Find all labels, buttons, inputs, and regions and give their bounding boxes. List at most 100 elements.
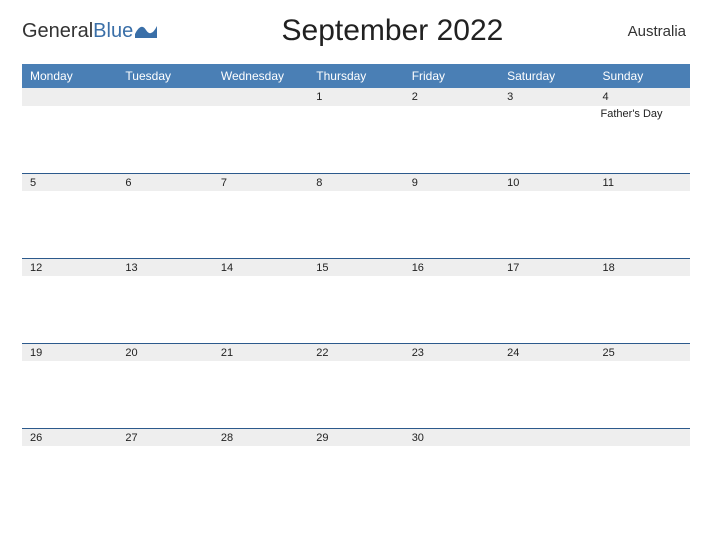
day-number: 16 bbox=[404, 259, 499, 276]
day-number: 7 bbox=[213, 174, 308, 191]
day-cell bbox=[499, 191, 594, 258]
logo-wave-icon bbox=[135, 22, 157, 43]
day-header-sun: Sunday bbox=[595, 64, 690, 88]
week-5-numbers: 26 27 28 29 30 bbox=[22, 428, 690, 446]
calendar-title: September 2022 bbox=[157, 14, 627, 48]
day-number: 27 bbox=[117, 429, 212, 446]
week-2: 5 6 7 8 9 10 11 bbox=[22, 173, 690, 258]
day-cell bbox=[213, 106, 308, 173]
day-cell bbox=[595, 361, 690, 428]
week-3-numbers: 12 13 14 15 16 17 18 bbox=[22, 258, 690, 276]
week-1-body: Father's Day bbox=[22, 106, 690, 173]
day-cell bbox=[117, 191, 212, 258]
day-number: 20 bbox=[117, 344, 212, 361]
day-cell bbox=[499, 276, 594, 343]
day-cell bbox=[404, 361, 499, 428]
day-cell bbox=[213, 446, 308, 513]
week-5-body bbox=[22, 446, 690, 513]
day-cell bbox=[595, 276, 690, 343]
day-number: 22 bbox=[308, 344, 403, 361]
day-cell bbox=[404, 191, 499, 258]
week-2-body bbox=[22, 191, 690, 258]
day-number: 23 bbox=[404, 344, 499, 361]
day-number: 3 bbox=[499, 88, 594, 106]
day-cell bbox=[22, 106, 117, 173]
day-number: 1 bbox=[308, 88, 403, 106]
week-5: 26 27 28 29 30 bbox=[22, 428, 690, 513]
day-cell bbox=[117, 361, 212, 428]
day-number: 15 bbox=[308, 259, 403, 276]
day-cell bbox=[308, 106, 403, 173]
region-label: Australia bbox=[628, 23, 690, 40]
day-header-row: Monday Tuesday Wednesday Thursday Friday… bbox=[22, 64, 690, 88]
day-number bbox=[117, 88, 212, 106]
week-3: 12 13 14 15 16 17 18 bbox=[22, 258, 690, 343]
day-cell bbox=[117, 446, 212, 513]
day-cell bbox=[213, 191, 308, 258]
day-number: 13 bbox=[117, 259, 212, 276]
day-number: 28 bbox=[213, 429, 308, 446]
day-cell bbox=[213, 361, 308, 428]
calendar-grid: Monday Tuesday Wednesday Thursday Friday… bbox=[22, 64, 690, 513]
day-cell bbox=[595, 446, 690, 513]
day-header-fri: Friday bbox=[404, 64, 499, 88]
day-number: 9 bbox=[404, 174, 499, 191]
day-number: 17 bbox=[499, 259, 594, 276]
day-number bbox=[595, 429, 690, 446]
day-number: 26 bbox=[22, 429, 117, 446]
logo-text-blue: Blue bbox=[93, 20, 133, 43]
day-number: 6 bbox=[117, 174, 212, 191]
day-cell bbox=[404, 106, 499, 173]
day-number bbox=[22, 88, 117, 106]
week-4-body bbox=[22, 361, 690, 428]
day-number: 30 bbox=[404, 429, 499, 446]
day-cell bbox=[308, 276, 403, 343]
day-cell bbox=[117, 276, 212, 343]
day-cell bbox=[499, 361, 594, 428]
day-cell bbox=[308, 361, 403, 428]
day-number: 24 bbox=[499, 344, 594, 361]
day-cell bbox=[22, 276, 117, 343]
day-cell bbox=[499, 106, 594, 173]
header: General Blue September 2022 Australia bbox=[0, 0, 712, 56]
day-number bbox=[213, 88, 308, 106]
day-number: 18 bbox=[595, 259, 690, 276]
day-header-sat: Saturday bbox=[499, 64, 594, 88]
day-cell bbox=[499, 446, 594, 513]
day-number: 29 bbox=[308, 429, 403, 446]
day-header-tue: Tuesday bbox=[117, 64, 212, 88]
logo-text-general: General bbox=[22, 20, 93, 43]
day-number: 10 bbox=[499, 174, 594, 191]
day-number: 5 bbox=[22, 174, 117, 191]
week-2-numbers: 5 6 7 8 9 10 11 bbox=[22, 173, 690, 191]
day-cell bbox=[22, 446, 117, 513]
day-cell bbox=[117, 106, 212, 173]
day-cell bbox=[308, 191, 403, 258]
day-header-wed: Wednesday bbox=[213, 64, 308, 88]
day-number: 19 bbox=[22, 344, 117, 361]
logo: General Blue bbox=[22, 20, 157, 43]
day-cell bbox=[22, 191, 117, 258]
day-number: 8 bbox=[308, 174, 403, 191]
day-header-mon: Monday bbox=[22, 64, 117, 88]
day-cell bbox=[595, 191, 690, 258]
week-4: 19 20 21 22 23 24 25 bbox=[22, 343, 690, 428]
day-cell bbox=[404, 446, 499, 513]
day-number: 4 bbox=[595, 88, 690, 106]
day-number: 21 bbox=[213, 344, 308, 361]
week-3-body bbox=[22, 276, 690, 343]
week-4-numbers: 19 20 21 22 23 24 25 bbox=[22, 343, 690, 361]
day-number: 2 bbox=[404, 88, 499, 106]
day-number: 14 bbox=[213, 259, 308, 276]
day-cell bbox=[22, 361, 117, 428]
day-cell bbox=[308, 446, 403, 513]
day-header-thu: Thursday bbox=[308, 64, 403, 88]
day-cell: Father's Day bbox=[595, 106, 690, 173]
day-number: 25 bbox=[595, 344, 690, 361]
week-1-numbers: 1 2 3 4 bbox=[22, 88, 690, 106]
day-number: 12 bbox=[22, 259, 117, 276]
week-1: 1 2 3 4 Father's Day bbox=[22, 88, 690, 173]
day-cell bbox=[213, 276, 308, 343]
day-number: 11 bbox=[595, 174, 690, 191]
day-number bbox=[499, 429, 594, 446]
